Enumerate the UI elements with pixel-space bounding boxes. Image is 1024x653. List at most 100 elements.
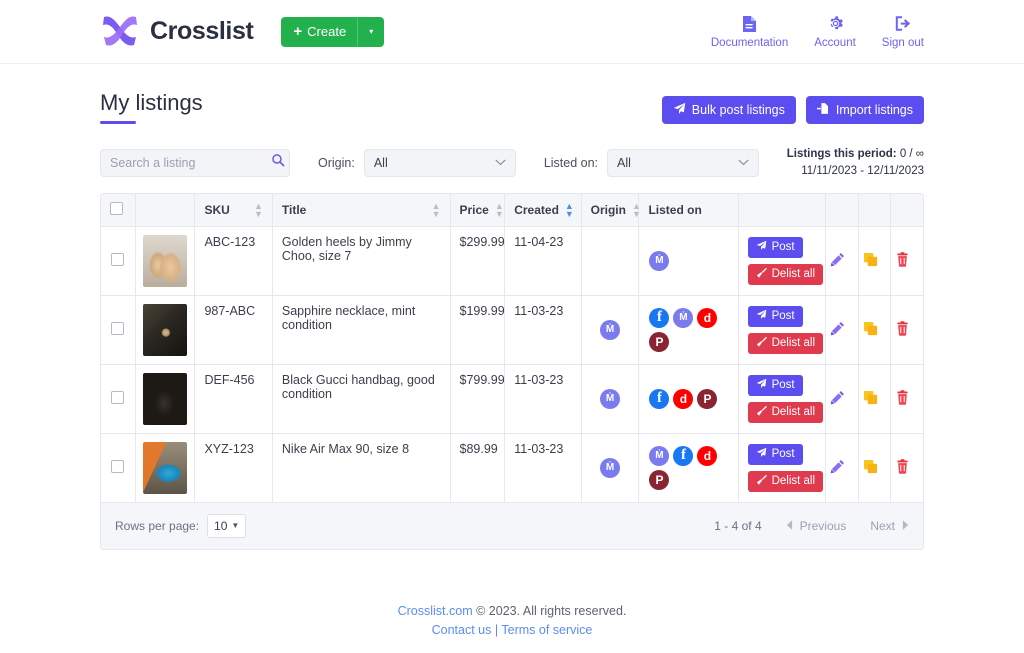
edit-button[interactable] [830,459,845,477]
delete-button[interactable] [895,390,910,408]
filter-bar: Origin: All Listed on: All [100,146,924,179]
th-origin[interactable]: Origin ▲▼ [581,194,639,226]
search-input[interactable] [110,156,271,170]
platform-icon-poshmark[interactable]: P [649,332,669,352]
search-icon[interactable] [271,153,285,172]
nav-label-documentation: Documentation [711,37,788,49]
cell-edit [826,295,859,364]
sort-icon-sku[interactable]: ▲▼ [248,202,263,218]
footer-contact-link[interactable]: Contact us [432,623,492,637]
platform-icon-mercari[interactable]: Ṁ [673,308,693,328]
paper-plane-icon [756,240,767,254]
table-footer: Rows per page: 10 ▼ 1 - 4 of 4 Previous … [101,503,923,549]
origin-filter: Origin: All [318,149,516,177]
duplicate-button[interactable] [863,252,878,270]
listings-table-body: ABC-123Golden heels by Jimmy Choo, size … [101,226,923,502]
th-price[interactable]: Price ▲▼ [450,194,505,226]
sort-icon-title[interactable]: ▲▼ [426,202,441,218]
delist-all-button[interactable]: Delist all [748,333,823,354]
platform-icon-depop[interactable]: d [697,446,717,466]
listings-period-label: Listings this period: [787,148,897,160]
cell-image [135,364,195,433]
nav-item-sign-out[interactable]: Sign out [882,15,924,49]
chevron-down-icon[interactable]: ▾ [357,17,384,47]
copy-icon [863,459,878,477]
duplicate-button[interactable] [863,390,878,408]
rows-per-page-select[interactable]: 10 ▼ [207,514,246,538]
platform-icon-mercari[interactable]: Ṁ [649,251,669,271]
edit-button[interactable] [830,390,845,408]
create-button[interactable]: + Create ▾ [281,17,384,47]
bulk-post-listings-button[interactable]: Bulk post listings [662,96,796,124]
post-button-label: Post [772,241,795,253]
th-title[interactable]: Title ▲▼ [272,194,450,226]
cell-title: Sapphire necklace, mint condition [272,295,450,364]
search-field[interactable] [100,149,290,177]
platform-icon-poshmark[interactable]: P [697,389,717,409]
cell-created: 11-03-23 [505,433,581,502]
previous-page-button[interactable]: Previous [786,519,847,533]
cell-select [101,226,135,295]
delete-button[interactable] [895,321,910,339]
brand[interactable]: Crosslist [100,13,253,51]
delist-all-button[interactable]: Delist all [748,264,823,285]
select-all-checkbox[interactable] [110,202,123,215]
table-row: 987-ABCSapphire necklace, mint condition… [101,295,923,364]
origin-filter-label: Origin: [318,156,355,170]
delist-all-button[interactable]: Delist all [748,471,823,492]
import-listings-button[interactable]: Import listings [806,96,924,124]
sort-icon-created[interactable]: ▲▼ [559,202,574,218]
post-button[interactable]: Post [748,237,803,258]
sort-icon-origin[interactable]: ▲▼ [626,202,641,218]
page-footer: Crosslist.com © 2023. All rights reserve… [100,602,924,641]
listed-on-filter-select[interactable]: All [607,149,759,177]
platform-icon-facebook[interactable]: f [673,446,693,466]
th-edit [826,194,859,226]
platform-icon-poshmark[interactable]: P [649,470,669,490]
cell-created: 11-03-23 [505,364,581,433]
post-button[interactable]: Post [748,306,803,327]
nav-label-sign-out: Sign out [882,37,924,49]
th-created[interactable]: Created ▲▼ [505,194,581,226]
sign-out-icon [894,15,912,33]
platform-icon-depop[interactable]: d [673,389,693,409]
delist-all-button[interactable]: Delist all [748,402,823,423]
cell-origin: Ṁ [581,433,639,502]
th-sku[interactable]: SKU ▲▼ [195,194,272,226]
footer-site-link[interactable]: Crosslist.com [398,604,473,618]
platform-icon-facebook[interactable]: f [649,389,669,409]
row-checkbox[interactable] [111,460,124,473]
post-button[interactable]: Post [748,375,803,396]
nav-item-account[interactable]: Account [814,15,856,49]
post-button[interactable]: Post [748,444,803,465]
cell-price: $89.99 [450,433,505,502]
listed-on-platforms: fdP [648,388,724,410]
create-button-main[interactable]: + Create [281,17,357,47]
cell-duplicate [859,226,891,295]
next-page-button[interactable]: Next [870,519,909,533]
delete-button[interactable] [895,459,910,477]
cell-listed-on: Ṁfd P [639,433,738,502]
footer-terms-link[interactable]: Terms of service [501,623,592,637]
listings-period-count: 0 / ∞ [900,148,924,160]
listings-table-head: SKU ▲▼ Title ▲▼ Price ▲▼ [101,194,923,226]
page-title: My listings [100,90,203,124]
th-title-label: Title [282,203,306,217]
row-checkbox[interactable] [111,253,124,266]
cell-sku: XYZ-123 [195,433,272,502]
edit-button[interactable] [830,252,845,270]
platform-icon-facebook[interactable]: f [649,308,669,328]
row-checkbox[interactable] [111,322,124,335]
origin-filter-select[interactable]: All [364,149,516,177]
edit-button[interactable] [830,321,845,339]
chevron-left-icon [786,519,793,533]
delete-button[interactable] [895,252,910,270]
duplicate-button[interactable] [863,321,878,339]
duplicate-button[interactable] [863,459,878,477]
nav-item-documentation[interactable]: Documentation [711,15,788,49]
sort-icon-price[interactable]: ▲▼ [489,202,504,218]
platform-icon-mercari[interactable]: Ṁ [649,446,669,466]
create-button-label: Create [307,24,346,39]
row-checkbox[interactable] [111,391,124,404]
platform-icon-depop[interactable]: d [697,308,717,328]
